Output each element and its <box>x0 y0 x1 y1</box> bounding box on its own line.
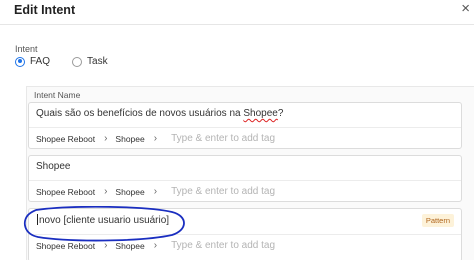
tag-item[interactable]: Shopee <box>115 187 144 197</box>
radio-faq[interactable]: FAQ <box>15 56 50 67</box>
intent-name-card: Quais são os benefícios de novos usuário… <box>28 102 462 149</box>
tag-item[interactable]: Shopee Reboot <box>36 241 95 251</box>
tag-item[interactable]: Shopee <box>115 241 144 251</box>
chevron-right-icon: › <box>153 185 158 197</box>
tag-item[interactable]: Shopee Reboot <box>36 187 95 197</box>
tag-row: Shopee Reboot › Shopee › Type & enter to… <box>36 240 275 251</box>
chevron-right-icon: › <box>104 185 108 197</box>
intent-type-radio-group: FAQ Task <box>15 56 130 67</box>
card-divider <box>29 180 461 181</box>
intent-name-input[interactable]: novo [cliente usuario usuário] <box>37 214 169 226</box>
radio-checked-icon[interactable] <box>15 56 25 67</box>
radio-task[interactable]: Task <box>72 56 108 67</box>
close-icon[interactable]: × <box>461 1 470 16</box>
tag-item[interactable]: Shopee <box>115 134 144 144</box>
text-cursor <box>37 214 38 225</box>
intent-label: Intent <box>15 44 38 54</box>
chevron-right-icon: › <box>104 239 108 251</box>
tag-input[interactable]: Type & enter to add tag <box>171 240 275 251</box>
tag-item[interactable]: Shopee Reboot <box>36 134 95 144</box>
intent-name-pattern-text: novo [cliente usuario usuário] <box>39 215 170 226</box>
intent-name-text[interactable]: Quais são os benefícios de novos usuário… <box>36 108 283 119</box>
intent-text-part: ? <box>277 108 284 119</box>
card-divider <box>29 127 461 128</box>
intent-name-label: Intent Name <box>34 90 81 100</box>
chevron-right-icon: › <box>104 132 108 144</box>
tag-row: Shopee Reboot › Shopee › Type & enter to… <box>36 186 275 197</box>
radio-faq-label[interactable]: FAQ <box>30 56 50 67</box>
intent-text-part: Quais são os benefícios de novos usuário… <box>36 108 244 119</box>
tag-row: Shopee Reboot › Shopee › Type & enter to… <box>36 133 275 144</box>
intent-name-card: Shopee Shopee Reboot › Shopee › Type & e… <box>28 155 462 202</box>
tag-input[interactable]: Type & enter to add tag <box>171 186 275 197</box>
dialog-title: Edit Intent <box>14 3 76 17</box>
card-divider <box>29 234 461 235</box>
chevron-right-icon: › <box>153 239 158 251</box>
dialog-header: Edit Intent × <box>0 0 474 25</box>
intent-name-text[interactable]: Shopee <box>36 161 70 172</box>
intent-name-card: novo [cliente usuario usuário] Pattern S… <box>28 208 462 260</box>
pattern-badge: Pattern <box>421 214 454 227</box>
radio-task-label[interactable]: Task <box>87 56 108 67</box>
spellcheck-flagged-word: Shopee <box>243 108 278 119</box>
tag-input[interactable]: Type & enter to add tag <box>171 133 275 144</box>
chevron-right-icon: › <box>153 132 158 144</box>
radio-unchecked-icon[interactable] <box>72 56 83 67</box>
